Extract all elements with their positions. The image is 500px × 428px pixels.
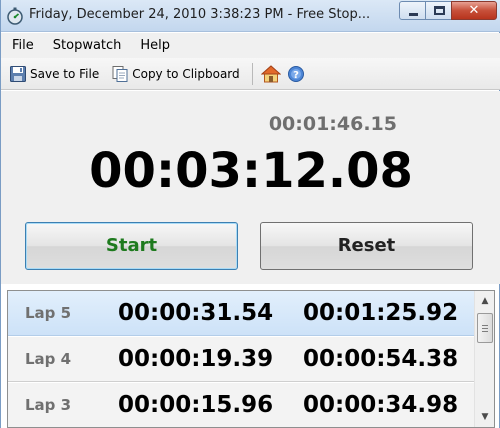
lap-name: Lap 5: [25, 304, 72, 322]
copy-to-clipboard-button[interactable]: Copy to Clipboard: [107, 62, 243, 86]
lap-name: Lap 3: [25, 396, 72, 414]
reset-button[interactable]: Reset: [260, 222, 473, 270]
lap-name: Lap 4: [25, 350, 72, 368]
grip-line: [482, 325, 488, 326]
total-elapsed-time: 00:03:12.08: [89, 143, 413, 199]
home-icon: [260, 64, 281, 83]
stopwatch-icon[interactable]: [6, 7, 24, 25]
lap-split-time: 00:00:31.54: [118, 300, 274, 326]
lap-split-time: 00:00:15.96: [118, 392, 274, 418]
menu-bar: File Stopwatch Help: [1, 33, 500, 58]
toolbar: Save to File Copy to Clipboard ?: [1, 58, 500, 90]
save-to-file-button[interactable]: Save to File: [5, 62, 103, 86]
title-bar[interactable]: Friday, December 24, 2010 3:38:23 PM - F…: [1, 0, 500, 32]
copy-icon: [111, 65, 129, 83]
maximize-button[interactable]: [425, 1, 452, 20]
grip-line: [482, 328, 488, 329]
minimize-icon: [409, 13, 418, 16]
window-title: Friday, December 24, 2010 3:38:23 PM - F…: [29, 7, 369, 22]
toolbar-separator: [251, 62, 253, 85]
scroll-up-icon[interactable]: ▲: [477, 293, 493, 309]
scrollbar-thumb[interactable]: [477, 313, 493, 343]
menu-help[interactable]: Help: [140, 38, 170, 53]
close-icon: ✕: [468, 3, 480, 18]
lap-total-time: 00:00:54.38: [303, 346, 459, 372]
grip-line: [482, 331, 488, 332]
menu-file[interactable]: File: [12, 38, 34, 53]
copy-to-clipboard-label: Copy to Clipboard: [132, 66, 240, 81]
lap-row[interactable]: Lap 5 00:00:31.54 00:01:25.92: [8, 291, 474, 336]
timer-panel: 00:01:46.15 00:03:12.08 Start Reset: [1, 91, 500, 284]
stopwatch-window: Friday, December 24, 2010 3:38:23 PM - F…: [0, 0, 500, 428]
lap-list-scrollbar[interactable]: ▲ ▼: [474, 291, 494, 427]
lap-row[interactable]: Lap 4 00:00:19.39 00:00:54.38: [8, 337, 474, 382]
start-button[interactable]: Start: [25, 222, 238, 270]
minimize-button[interactable]: [399, 1, 426, 20]
home-button[interactable]: [257, 62, 283, 86]
help-icon: ?: [287, 65, 305, 83]
lap-list[interactable]: Lap 5 00:00:31.54 00:01:25.92 Lap 4 00:0…: [7, 290, 495, 428]
close-button[interactable]: ✕: [451, 1, 497, 20]
lap-total-time: 00:00:34.98: [303, 392, 459, 418]
menu-stopwatch[interactable]: Stopwatch: [53, 38, 122, 53]
lap-split-time: 00:00:19.39: [118, 346, 274, 372]
svg-text:?: ?: [293, 70, 299, 81]
lap-total-time: 00:01:25.92: [303, 300, 459, 326]
maximize-icon: [434, 6, 445, 15]
save-to-file-label: Save to File: [30, 66, 100, 81]
help-button[interactable]: ?: [283, 62, 309, 86]
floppy-disk-icon: [9, 65, 27, 83]
lap-row[interactable]: Lap 3 00:00:15.96 00:00:34.98: [8, 383, 474, 427]
current-lap-time: 00:01:46.15: [268, 113, 397, 135]
scroll-down-icon[interactable]: ▼: [477, 409, 493, 425]
window-controls: ✕: [399, 1, 497, 20]
